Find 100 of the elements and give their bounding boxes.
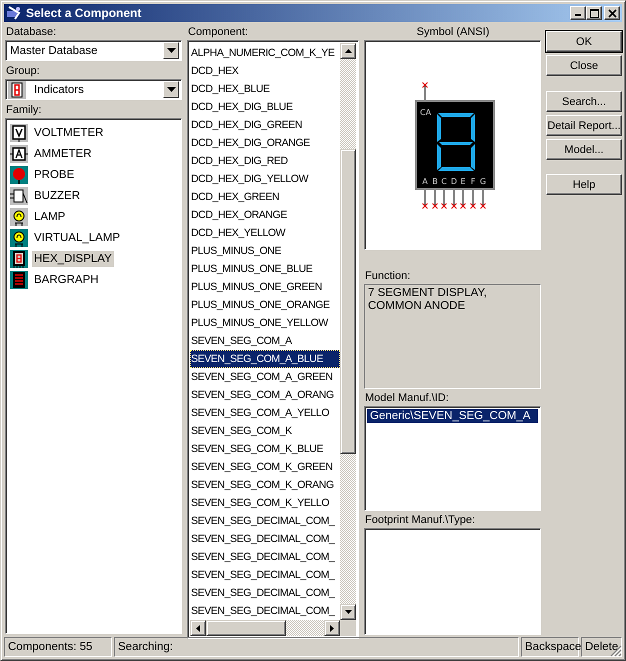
pin-label: G bbox=[480, 177, 486, 186]
meter-icon bbox=[10, 124, 28, 142]
field-label: Function: bbox=[364, 269, 412, 284]
component-item[interactable]: ALPHA_NUMERIC_COM_K_YE bbox=[190, 44, 340, 62]
segment-display-icon bbox=[10, 250, 28, 268]
component-item[interactable]: SEVEN_SEG_COM_K bbox=[190, 422, 340, 440]
symbol-title: Symbol (ANSI) bbox=[416, 25, 490, 40]
family-item[interactable]: VOLTMETER bbox=[32, 124, 106, 140]
component-item[interactable]: SEVEN_SEG_COM_A_BLUE bbox=[190, 350, 340, 368]
component-item[interactable]: SEVEN_SEG_COM_K_BLUE bbox=[190, 440, 340, 458]
component-item[interactable]: DCD_HEX_DIG_YELLOW bbox=[190, 170, 340, 188]
probe-icon bbox=[10, 166, 28, 184]
field-label: Database: bbox=[5, 25, 58, 40]
component-item[interactable]: PLUS_MINUS_ONE_GREEN bbox=[190, 278, 340, 296]
status-panel: Delete bbox=[581, 637, 622, 657]
component-item[interactable]: PLUS_MINUS_ONE bbox=[190, 242, 340, 260]
component-item[interactable]: SEVEN_SEG_DECIMAL_COM_ bbox=[190, 602, 340, 620]
field-label: Footprint Manuf.\Type: bbox=[364, 513, 476, 528]
scrollbar-thumb[interactable] bbox=[206, 620, 286, 636]
scroll-up-button[interactable] bbox=[340, 43, 356, 59]
maximize-icon bbox=[590, 8, 598, 18]
meter-icon bbox=[10, 144, 28, 162]
minimize-button[interactable] bbox=[570, 6, 586, 20]
component-item[interactable]: PLUS_MINUS_ONE_BLUE bbox=[190, 260, 340, 278]
component-item[interactable]: SEVEN_SEG_COM_K_GREEN bbox=[190, 458, 340, 476]
dialog-button[interactable]: Search... bbox=[546, 91, 622, 112]
scroll-up-icon bbox=[344, 49, 352, 53]
scroll-right-icon bbox=[330, 624, 334, 632]
pin-label: A bbox=[422, 177, 428, 186]
component-item[interactable]: DCD_HEX_DIG_ORANGE bbox=[190, 134, 340, 152]
status-panel: Backspace bbox=[521, 637, 579, 657]
component-item[interactable]: SEVEN_SEG_DECIMAL_COM_ bbox=[190, 530, 340, 548]
scrollbar-thumb[interactable] bbox=[340, 149, 356, 454]
vertical-scrollbar[interactable] bbox=[340, 43, 356, 620]
component-item[interactable]: SEVEN_SEG_COM_A bbox=[190, 332, 340, 350]
maximize-button[interactable] bbox=[586, 6, 602, 20]
field-label: Model Manuf.\ID: bbox=[364, 391, 450, 406]
scroll-right-button[interactable] bbox=[324, 620, 340, 636]
group-dropdown[interactable]: Indicators bbox=[5, 79, 182, 100]
buzzer-icon bbox=[10, 186, 28, 204]
dropdown-arrow-icon bbox=[166, 87, 176, 92]
component-item[interactable]: DCD_HEX_BLUE bbox=[190, 80, 340, 98]
component-item[interactable]: SEVEN_SEG_COM_A_ORANG bbox=[190, 386, 340, 404]
component-item[interactable]: DCD_HEX_DIG_BLUE bbox=[190, 98, 340, 116]
pin-label: C bbox=[441, 177, 447, 186]
family-item[interactable]: BUZZER bbox=[32, 188, 82, 204]
pin-label: B bbox=[432, 177, 438, 186]
component-item[interactable]: SEVEN_SEG_DECIMAL_COM_ bbox=[190, 548, 340, 566]
family-item[interactable]: VIRTUAL_LAMP bbox=[32, 230, 122, 246]
database-dropdown[interactable]: Master Database bbox=[5, 40, 182, 61]
component-item[interactable]: SEVEN_SEG_DECIMAL_COM_ bbox=[190, 512, 340, 530]
app-icon bbox=[6, 5, 22, 21]
component-item[interactable]: SEVEN_SEG_DECIMAL_COM_ bbox=[190, 584, 340, 602]
function-description: 7 SEGMENT DISPLAY, COMMON ANODE bbox=[364, 284, 541, 389]
scrollbar-corner bbox=[340, 620, 356, 636]
component-item[interactable]: SEVEN_SEG_COM_K_YELLO bbox=[190, 494, 340, 512]
dialog-button[interactable]: Detail Report... bbox=[546, 115, 622, 136]
family-item[interactable]: HEX_DISPLAY bbox=[32, 250, 114, 266]
lamp-icon bbox=[10, 228, 28, 246]
dialog-button[interactable]: OK bbox=[546, 31, 622, 52]
scroll-down-button[interactable] bbox=[340, 604, 356, 620]
horizontal-scrollbar[interactable] bbox=[190, 620, 340, 636]
component-item[interactable]: PLUS_MINUS_ONE_YELLOW bbox=[190, 314, 340, 332]
dialog-button[interactable]: Help bbox=[546, 174, 622, 195]
component-item[interactable]: SEVEN_SEG_COM_A_GREEN bbox=[190, 368, 340, 386]
family-item[interactable]: PROBE bbox=[32, 166, 76, 182]
pin-label: CA bbox=[420, 108, 432, 117]
close-button[interactable] bbox=[604, 6, 620, 20]
scroll-down-icon bbox=[344, 610, 352, 614]
model-item[interactable]: Generic\SEVEN_SEG_COM_A bbox=[367, 409, 538, 423]
dialog-button[interactable]: Model... bbox=[546, 139, 622, 160]
component-item[interactable]: SEVEN_SEG_COM_A_YELLO bbox=[190, 404, 340, 422]
pin-label: E bbox=[460, 177, 466, 186]
segment-display-icon bbox=[8, 80, 26, 98]
field-label: Component: bbox=[187, 25, 249, 40]
dialog-button[interactable]: Close bbox=[546, 55, 622, 76]
scroll-left-icon bbox=[196, 624, 200, 632]
component-item[interactable]: DCD_HEX_ORANGE bbox=[190, 206, 340, 224]
pin-label: F bbox=[470, 177, 476, 186]
component-item[interactable]: DCD_HEX_YELLOW bbox=[190, 224, 340, 242]
component-item[interactable]: DCD_HEX_GREEN bbox=[190, 188, 340, 206]
minimize-icon bbox=[575, 14, 581, 16]
scroll-left-button[interactable] bbox=[190, 620, 206, 636]
component-item[interactable]: DCD_HEX_DIG_GREEN bbox=[190, 116, 340, 134]
bargraph-icon bbox=[10, 270, 28, 288]
family-item[interactable]: LAMP bbox=[32, 208, 68, 224]
component-item[interactable]: DCD_HEX_DIG_RED bbox=[190, 152, 340, 170]
component-item[interactable]: SEVEN_SEG_DECIMAL_COM_ bbox=[190, 566, 340, 584]
component-item[interactable]: DCD_HEX bbox=[190, 62, 340, 80]
pin-label: D bbox=[450, 177, 458, 186]
family-item[interactable]: AMMETER bbox=[32, 146, 94, 162]
status-panel: Searching: bbox=[114, 637, 519, 657]
status-panel: Components: 55 bbox=[4, 637, 112, 657]
field-label: Family: bbox=[5, 103, 42, 118]
lamp-icon bbox=[10, 208, 28, 226]
component-item[interactable]: SEVEN_SEG_COM_K_ORANG bbox=[190, 476, 340, 494]
dropdown-arrow-icon bbox=[166, 48, 176, 53]
component-item[interactable]: PLUS_MINUS_ONE_ORANGE bbox=[190, 296, 340, 314]
close-icon bbox=[608, 8, 616, 18]
family-item[interactable]: BARGRAPH bbox=[32, 272, 101, 288]
